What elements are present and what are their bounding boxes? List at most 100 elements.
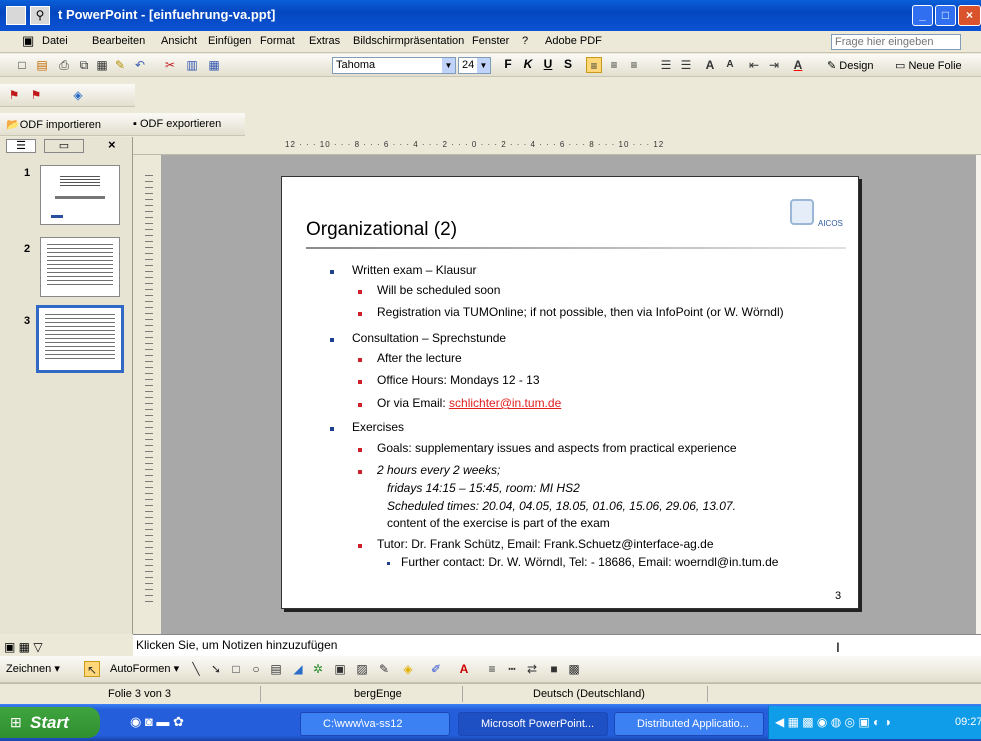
decrease-indent-icon[interactable]: ⇤	[746, 57, 762, 73]
horizontal-ruler: 12 · · · 10 · · · 8 · · · 6 · · · 4 · · …	[133, 137, 981, 155]
shadow-icon[interactable]: ■	[546, 661, 562, 677]
open-icon[interactable]: ▤	[34, 57, 50, 73]
pdf-mail-icon[interactable]: ⚑	[28, 87, 44, 103]
bullet-tutor: Tutor: Dr. Frank Schütz, Email: Frank.Sc…	[377, 537, 714, 551]
ink-icon[interactable]: ✎	[376, 661, 392, 677]
menu-datei[interactable]: Datei	[42, 35, 68, 47]
line-color-icon[interactable]: ✐	[428, 661, 444, 677]
font-size-select[interactable]: 24 ▼	[458, 57, 491, 74]
task-browser[interactable]: Distributed Applicatio...	[614, 712, 764, 736]
bullet-goals: Goals: supplementary issues and aspects …	[377, 441, 737, 455]
bold-button[interactable]: F	[500, 57, 516, 71]
exercise-content-note: content of the exercise is part of the e…	[387, 516, 610, 530]
rectangle-icon[interactable]: □	[228, 661, 244, 677]
increase-indent-icon[interactable]: ⇥	[766, 57, 782, 73]
paste-icon[interactable]: ▦	[94, 57, 110, 73]
align-center-icon[interactable]: ≡	[606, 57, 622, 73]
new-icon[interactable]: □	[14, 57, 30, 73]
odf-import-button[interactable]: 📂ODF importieren	[6, 118, 101, 131]
autoshapes-button[interactable]: AutoFormen ▾	[110, 662, 179, 675]
bullets-icon[interactable]: ☰	[678, 57, 694, 73]
outline-tab[interactable]: ☰	[6, 139, 36, 153]
bullet-hours: 2 hours every 2 weeks;	[377, 463, 501, 477]
app-menu-icon[interactable]	[6, 6, 26, 25]
maximize-button[interactable]: □	[935, 5, 956, 26]
pdf-icon[interactable]: ⚑	[6, 87, 22, 103]
new-slide-button[interactable]: ▭ Neue Folie	[895, 59, 962, 72]
oval-icon[interactable]: ○	[248, 661, 264, 677]
help-search-input[interactable]	[831, 34, 961, 50]
menu-bearbeiten[interactable]: Bearbeiten	[92, 35, 145, 47]
notes-pane[interactable]: Klicken Sie, um Notizen hinzuzufügen I	[133, 634, 981, 656]
line-icon[interactable]: ╲	[188, 661, 204, 677]
fill-color-icon[interactable]: ◈	[400, 661, 416, 677]
table-icon[interactable]: ▦	[206, 57, 222, 73]
close-button[interactable]: ×	[958, 5, 981, 26]
chart-icon[interactable]: ▥	[184, 57, 200, 73]
slide-thumbnail-2[interactable]	[40, 237, 120, 297]
draw-menu-button[interactable]: Zeichnen ▾	[6, 662, 60, 675]
dash-style-icon[interactable]: ┅	[504, 661, 520, 677]
picture-icon[interactable]: ▨	[354, 661, 370, 677]
slide-thumbnail-3[interactable]	[36, 305, 124, 373]
slides-tab[interactable]: ▭	[44, 139, 84, 153]
menu-help[interactable]: ?	[522, 35, 528, 47]
shrink-font-icon[interactable]: A	[722, 57, 738, 73]
format-painter-icon[interactable]: ✎	[112, 57, 128, 73]
menu-ansicht[interactable]: Ansicht	[161, 35, 197, 47]
tray-icons[interactable]: ◀ ▦ ▩ ◉ ◍ ◎ ▣ ◐ ◑	[775, 715, 891, 729]
menu-adobe-pdf[interactable]: Adobe PDF	[545, 35, 602, 47]
slide-thumbnail-1[interactable]	[40, 165, 120, 225]
align-left-icon[interactable]: ≡	[586, 57, 602, 73]
slide-title[interactable]: Organizational (2)	[306, 219, 457, 241]
ruler-labels: 12 · · · 10 · · · 8 · · · 6 · · · 4 · · …	[285, 140, 665, 149]
minimize-button[interactable]: _	[912, 5, 933, 26]
taskbar: Start ⊞ ◉ ◙ ▬ ✿ C:\www\va-ss12 Microsoft…	[0, 704, 981, 741]
title-divider	[306, 247, 846, 249]
design-button[interactable]: ✎ Design	[827, 59, 874, 72]
odf-export-button[interactable]: ▪ ODF exportieren	[133, 118, 221, 130]
arrow-icon[interactable]: ➘	[208, 661, 224, 677]
grow-font-icon[interactable]: A	[702, 57, 718, 73]
font-color-draw-icon[interactable]: A	[456, 661, 472, 677]
shadow-button[interactable]: S	[560, 57, 576, 71]
menu-slideshow[interactable]: Bildschirmpräsentation	[353, 35, 464, 47]
menu-bar: ▣ Datei Bearbeiten Ansicht Einfügen Form…	[0, 31, 981, 53]
slide[interactable]: Organizational (2) AICOS Written exam – …	[281, 176, 859, 609]
vertical-scrollbar[interactable]	[976, 155, 981, 634]
textbox-icon[interactable]: ▤	[268, 661, 284, 677]
print-icon[interactable]: ⎙	[56, 57, 72, 73]
diagram-icon[interactable]: ✲	[310, 661, 326, 677]
aicos-logo-icon	[790, 199, 814, 225]
close-panel-icon[interactable]: ×	[108, 137, 116, 152]
menu-fenster[interactable]: Fenster	[472, 35, 509, 47]
menu-einfuegen[interactable]: Einfügen	[208, 35, 251, 47]
exercise-scheduled-times: Scheduled times: 20.04, 04.05, 18.05, 01…	[387, 499, 736, 513]
view-buttons[interactable]: ▣ ▦ ▽	[4, 640, 64, 654]
slides-panel: ☰ ▭ × 1 2 3	[0, 137, 133, 634]
doc-icon[interactable]: ▣	[22, 33, 34, 49]
wordart-icon[interactable]: ◢	[290, 661, 306, 677]
task-explorer[interactable]: C:\www\va-ss12	[300, 712, 450, 736]
underline-button[interactable]: U	[540, 57, 556, 71]
select-pointer-icon[interactable]: ↖	[84, 661, 100, 677]
numbering-icon[interactable]: ☰	[658, 57, 674, 73]
arrow-style-icon[interactable]: ⇄	[524, 661, 540, 677]
email-link[interactable]: schlichter@in.tum.de	[449, 396, 561, 410]
font-name-select[interactable]: Tahoma ▼	[332, 57, 456, 74]
magnifier-icon[interactable]: ⚲	[30, 6, 50, 25]
task-powerpoint[interactable]: Microsoft PowerPoint...	[458, 712, 608, 736]
3d-icon[interactable]: ▩	[566, 661, 582, 677]
review-icon[interactable]: ◈	[70, 87, 86, 103]
italic-button[interactable]: K	[520, 57, 536, 71]
undo-icon[interactable]: ↶	[132, 57, 148, 73]
clipart-icon[interactable]: ▣	[332, 661, 348, 677]
line-style-icon[interactable]: ≡	[484, 661, 500, 677]
menu-extras[interactable]: Extras	[309, 35, 340, 47]
align-right-icon[interactable]: ≡	[626, 57, 642, 73]
menu-format[interactable]: Format	[260, 35, 295, 47]
hyperlink-icon[interactable]: ✂	[162, 57, 178, 73]
quicklaunch-icons[interactable]: ◉ ◙ ▬ ✿	[130, 714, 184, 730]
font-color-icon[interactable]: A	[790, 57, 806, 73]
copy-icon[interactable]: ⧉	[76, 57, 92, 73]
